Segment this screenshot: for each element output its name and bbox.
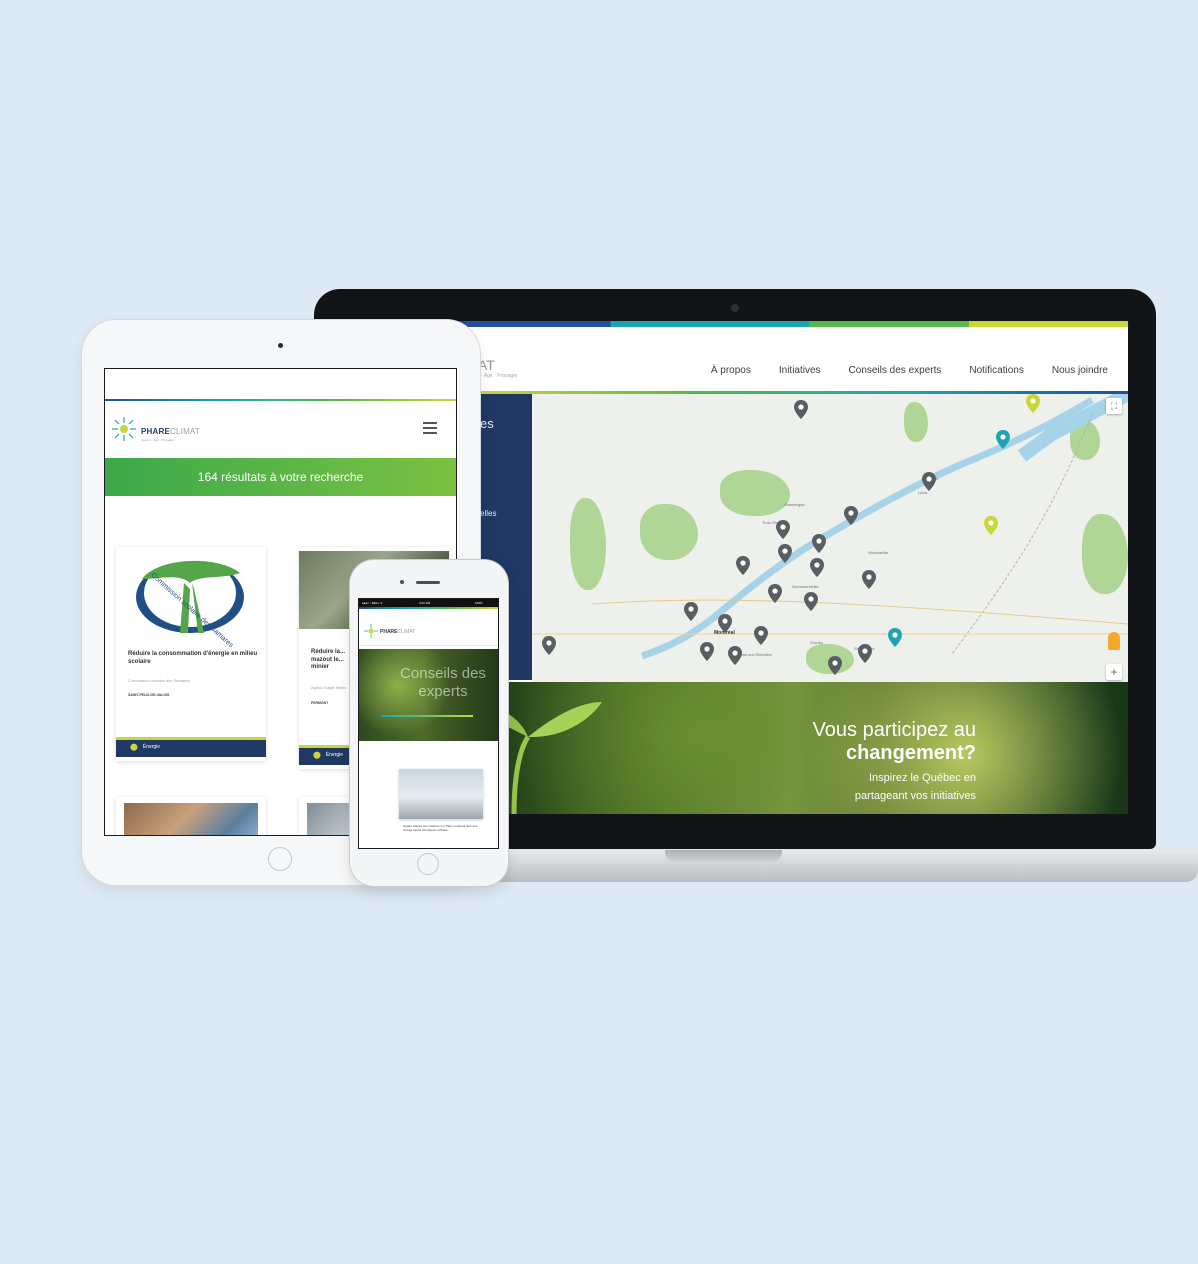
map-marker-icon[interactable] [844, 506, 858, 525]
hero-underline [381, 715, 473, 717]
laptop-notch [665, 850, 782, 862]
site-logo[interactable]: PHARECLIMAT [380, 629, 415, 635]
article-title[interactable]: Quatre étapes pour élaborer un Plan muni… [403, 824, 481, 833]
clock: 4:21 PM [419, 601, 431, 605]
map-marker-icon[interactable] [794, 400, 808, 419]
map-town-label: Drummondville [792, 584, 819, 589]
laptop-camera [731, 304, 739, 312]
category-label: Énergie [325, 752, 344, 758]
sprout-icon [478, 702, 602, 814]
map-town-label: Granby [810, 640, 824, 645]
tablet-home-button[interactable] [268, 847, 292, 871]
map-river [532, 394, 1128, 660]
results-count: 164 résultats à votre recherche [197, 470, 364, 484]
site-logo-fragment[interactable]: AT [478, 357, 495, 373]
location-pin-icon: ⬤ [313, 752, 321, 759]
map-marker-icon[interactable] [754, 626, 768, 645]
color-topline [359, 607, 498, 609]
map-marker-icon[interactable] [684, 602, 698, 621]
category-label: Énergie [142, 744, 161, 750]
hero-line-4: partageant vos initiatives [854, 790, 976, 802]
phone-camera [400, 580, 404, 584]
hero-line-1: Vous participez au [812, 719, 976, 741]
signal-indicator: ●●●○○ BELL ᯤ [362, 601, 383, 605]
card-city: SAINT-FÉLIX-DE-VALOIS [128, 693, 170, 697]
phone-speaker [416, 581, 440, 584]
site-logo-tagline: Inspirer · Agir · Propager [141, 438, 174, 442]
card-organization: Commission scolaire des Samares [128, 678, 190, 683]
pegman-icon[interactable] [1108, 632, 1120, 650]
nav-item-conseils[interactable]: Conseils des experts [849, 365, 942, 376]
initiative-card[interactable] [116, 797, 266, 835]
card-organization: Agnico Eagle Mines [311, 685, 347, 690]
map-town-label: Victoriaville [868, 550, 889, 555]
phare-climat-logo-icon[interactable] [111, 416, 137, 442]
map-marker-icon[interactable] [736, 556, 750, 575]
map-marker-icon[interactable] [828, 656, 842, 675]
tablet-camera [278, 343, 283, 348]
card-photo [124, 803, 258, 835]
hamburger-menu-icon[interactable] [423, 422, 437, 437]
hero-banner [478, 682, 1128, 814]
color-topline [105, 399, 456, 401]
phare-climat-logo-icon[interactable] [364, 624, 378, 638]
hero-line-2: changement? [845, 742, 976, 764]
map-marker-icon[interactable] [858, 644, 872, 663]
fullscreen-icon[interactable]: ⛶ [1106, 398, 1122, 414]
map-marker-icon[interactable] [862, 570, 876, 589]
map-marker-icon[interactable] [700, 642, 714, 661]
card-title[interactable]: Réduire la... mazout le... minier [311, 649, 351, 672]
map-marker-icon[interactable] [728, 646, 742, 665]
map-marker-icon[interactable] [804, 592, 818, 611]
nav-item-initiatives[interactable]: Initiatives [779, 365, 821, 376]
article-photo[interactable] [399, 769, 483, 819]
nav-item-a-propos[interactable]: À propos [711, 365, 751, 376]
map-marker-icon[interactable] [1026, 394, 1040, 413]
site-logo[interactable]: PHARECLIMAT [141, 427, 200, 436]
nav-item-nous-joindre[interactable]: Nous joindre [1052, 365, 1108, 376]
nav-item-notifications[interactable]: Notifications [969, 365, 1023, 376]
map-marker-icon[interactable] [768, 584, 782, 603]
phone-screen: ●●●○○ BELL ᯤ 4:21 PM 100% PHARECLIMAT Co… [359, 599, 498, 848]
hero-title: Conseils des experts [400, 665, 486, 700]
location-pin-icon: ⬤ [130, 744, 138, 751]
hero-line-3: Inspirez le Québec en [868, 772, 976, 784]
map-marker-icon[interactable] [542, 636, 556, 655]
map-marker-icon[interactable] [812, 534, 826, 553]
map-marker-icon[interactable] [810, 558, 824, 577]
card-category[interactable]: ⬤ Énergie [116, 737, 266, 757]
sidebar-fragment-1: es [480, 416, 494, 431]
battery-indicator: 100% [475, 601, 483, 605]
main-nav: À propos Initiatives Conseils des expert… [711, 365, 1108, 376]
map-marker-icon[interactable] [996, 430, 1010, 449]
commission-scolaire-logo [136, 559, 244, 633]
map-marker-icon[interactable] [718, 614, 732, 633]
card-title[interactable]: Réduire la consommation d'énergie en mil… [128, 651, 258, 666]
map-marker-icon[interactable] [778, 544, 792, 563]
map-marker-icon[interactable] [984, 516, 998, 535]
map-marker-icon[interactable] [888, 628, 902, 647]
initiative-card[interactable]: Commission scolaire des Samares Réduire … [116, 547, 266, 761]
card-city: FERMONT [311, 701, 329, 705]
phone-home-button[interactable] [417, 853, 439, 875]
map-marker-icon[interactable] [776, 520, 790, 539]
map-marker-icon[interactable] [922, 472, 936, 491]
site-logo-tagline: r · Agir · Propager [478, 373, 518, 379]
map-town-label: Shawinigan [784, 502, 805, 507]
sidebar-fragment-2: elles [480, 509, 497, 518]
initiatives-map[interactable]: Québec Lévis Montréal Drummondville Sher… [532, 394, 1128, 682]
status-bar: ●●●○○ BELL ᯤ 4:21 PM 100% [359, 599, 498, 607]
zoom-in-button[interactable]: + [1106, 664, 1122, 680]
